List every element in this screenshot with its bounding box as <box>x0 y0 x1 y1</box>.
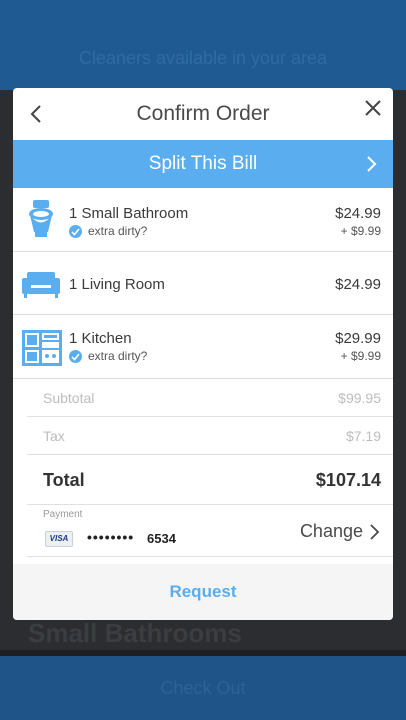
item-name: 1 Small Bathroom <box>69 205 189 222</box>
card-last4: 6534 <box>147 531 176 546</box>
change-payment-button[interactable]: Change <box>300 521 381 542</box>
item-price: $24.99 <box>335 276 381 293</box>
checkmark-icon <box>69 349 82 363</box>
visa-card-icon: VISA <box>45 531 73 547</box>
tax-value: $7.19 <box>345 428 381 444</box>
item-price: $24.99 <box>335 205 381 222</box>
extra-dirty-option[interactable]: extra dirty? <box>69 349 147 363</box>
masked-card-number: •••••••• <box>87 529 135 545</box>
subtotal-row: Subtotal $99.95 <box>27 379 393 417</box>
modal-header: Confirm Order <box>13 88 393 140</box>
request-button[interactable]: Request <box>13 564 393 620</box>
extra-label: extra dirty? <box>88 224 148 238</box>
extra-price: + $9.99 <box>340 349 381 363</box>
sofa-icon <box>22 272 60 298</box>
order-item: 1 Small Bathroom $24.99 extra dirty? + $… <box>13 188 393 252</box>
checkmark-icon <box>69 224 82 238</box>
confirm-order-modal: Confirm Order Split This Bill 1 Small Ba… <box>13 88 393 620</box>
item-name: 1 Kitchen <box>69 330 132 347</box>
extra-price: + $9.99 <box>340 224 381 238</box>
item-price: $29.99 <box>335 330 381 347</box>
subtotal-value: $99.95 <box>338 390 381 406</box>
total-label: Total <box>43 470 85 490</box>
chevron-right-icon <box>370 523 380 540</box>
item-name: 1 Living Room <box>69 276 165 293</box>
split-bill-button[interactable]: Split This Bill <box>13 140 393 188</box>
order-item: 1 Living Room $24.99 <box>13 252 393 315</box>
background-banner: Cleaners available in your area <box>78 48 328 68</box>
close-button[interactable] <box>359 94 387 122</box>
split-bill-label: Split This Bill <box>148 153 258 174</box>
change-label: Change <box>299 521 363 541</box>
toilet-icon <box>29 200 53 237</box>
subtotal-label: Subtotal <box>43 390 95 406</box>
payment-label: Payment <box>43 509 83 520</box>
kitchen-icon <box>22 330 62 366</box>
chevron-right-icon <box>367 156 377 172</box>
extra-dirty-option[interactable]: extra dirty? <box>69 224 147 238</box>
payment-row: Payment VISA •••••••• 6534 Change <box>27 505 393 557</box>
tax-row: Tax $7.19 <box>27 417 393 455</box>
tax-label: Tax <box>43 428 65 444</box>
close-icon <box>365 100 381 116</box>
total-value: $107.14 <box>315 470 381 490</box>
total-row: Total $107.14 <box>27 455 393 505</box>
modal-title: Confirm Order <box>136 102 270 125</box>
extra-label: extra dirty? <box>88 349 148 363</box>
background-checkout-bar: Check Out <box>0 656 406 720</box>
order-item: 1 Kitchen $29.99 extra dirty? + $9.99 <box>13 315 393 379</box>
background-row: Small Bathrooms <box>28 618 242 648</box>
